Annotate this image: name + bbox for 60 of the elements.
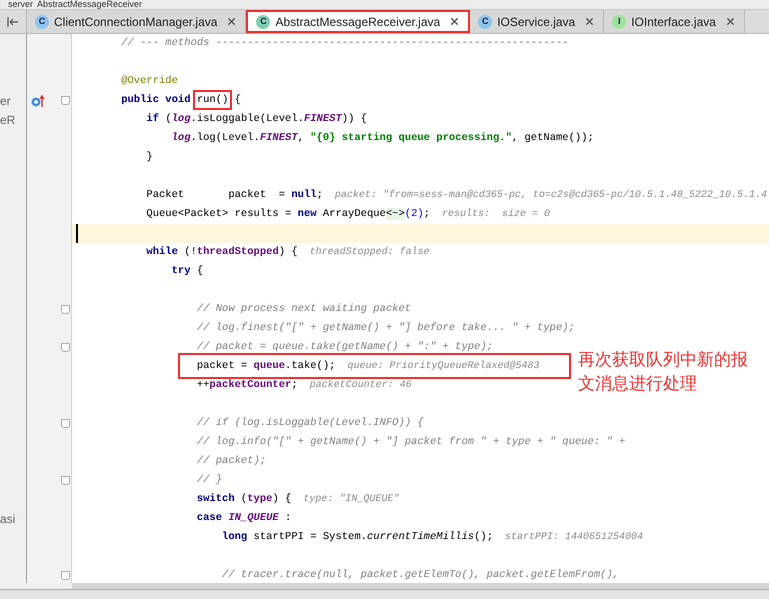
debug-value: type: "IN_QUEUE" [303, 492, 400, 507]
code-line: public void run() { [96, 92, 241, 108]
text-cursor [76, 224, 78, 243]
close-icon[interactable] [724, 16, 736, 27]
tab-label: IOInterface.java [631, 14, 716, 30]
debug-value: queue: PriorityQueueRelaxed@5483 [347, 360, 540, 374]
editor-tab[interactable]: C ClientConnectionManager.java [27, 10, 246, 33]
code-line: // --- methods -------------------------------------------------------- [120, 36, 569, 51]
fold-icon[interactable] [61, 419, 70, 428]
editor-tab[interactable]: C IOService.java [470, 10, 604, 33]
project-tree-item[interactable]: er [0, 94, 11, 108]
code-line: // packet = queue.take(getName() + ":" + type); [196, 340, 493, 355]
debug-value: startPPI: 1440651254004 [505, 531, 644, 545]
tab-label: IOService.java [497, 14, 576, 30]
debug-value: packet: "from=sess-man@cd365-pc, to=c2s@cd365-pc/10.5.1.48_5222_10.5.1.4 [334, 188, 767, 203]
code-line: try { [170, 264, 204, 279]
breadcrumb-item[interactable]: server [8, 0, 34, 9]
class-icon: C [478, 14, 492, 28]
debug-value: packetCounter: 46 [310, 378, 412, 393]
close-icon[interactable] [584, 16, 596, 27]
code-line: packet = queue.take(); [196, 358, 336, 374]
close-icon[interactable] [226, 16, 238, 27]
code-line: while (!threadStopped) { [145, 244, 298, 260]
code-line: // packet); [196, 454, 266, 469]
fold-icon[interactable] [61, 571, 70, 580]
code-line: // if (log.isLoggable(Level.INFO)) { [196, 416, 424, 431]
class-icon: C [35, 14, 49, 28]
tab-label: ClientConnectionManager.java [54, 14, 218, 30]
horizontal-scrollbar[interactable] [72, 583, 769, 589]
breadcrumb-item[interactable]: AbstractMessageReceiver [37, 0, 142, 9]
code-line: // tracer.trace(null, packet.getElemTo(), packet.getElemFrom(), [221, 568, 619, 583]
project-tree-item[interactable]: asi [0, 512, 16, 526]
code-line: if (log.isLoggable(Level.FINEST)) { [145, 112, 367, 127]
code-line: // } [196, 472, 222, 488]
tab-label: AbstractMessageReceiver.java [275, 14, 440, 30]
code-line: // log.finest("[" + getName() + "] before take... " + type); [196, 320, 575, 336]
code-line: } [145, 150, 153, 165]
fold-icon[interactable] [61, 343, 70, 352]
class-icon: I [612, 14, 626, 28]
fold-icon[interactable] [61, 476, 70, 485]
editor-tab[interactable]: C AbstractMessageReceiver.java [246, 10, 470, 33]
code-line: ++packetCounter; [196, 378, 298, 393]
annotation-note: 再次获取队列中新的报文消息进行处理 [578, 349, 749, 396]
code-line: Queue<Packet> results = new ArrayDeque<~>(2); [145, 206, 430, 222]
code-line: log.log(Level.FINEST, "{0} starting queue processing.", getName()); [170, 130, 594, 146]
code-line: case IN_QUEUE : [196, 510, 292, 526]
class-icon: C [256, 14, 270, 28]
code-line: long startPPI = System.currentTimeMillis(); [221, 530, 493, 545]
code-line: // Now process next waiting packet [196, 302, 412, 317]
fold-icon[interactable] [61, 96, 70, 105]
project-tree-item[interactable]: eR [0, 112, 16, 126]
debug-value: threadStopped: false [310, 246, 430, 260]
code-line: // log.info("[" + getName() + "] packet from " + type + " queue: " + [196, 434, 626, 450]
close-icon[interactable] [449, 16, 460, 27]
code-line: @Override [120, 74, 178, 89]
debug-value: results: size = 0 [442, 208, 550, 222]
code-line: Packet packet = null; [145, 188, 323, 203]
code-line: switch (type) { [196, 492, 292, 507]
fold-icon[interactable] [61, 305, 70, 314]
editor-tab[interactable]: I IOInterface.java [604, 10, 745, 33]
